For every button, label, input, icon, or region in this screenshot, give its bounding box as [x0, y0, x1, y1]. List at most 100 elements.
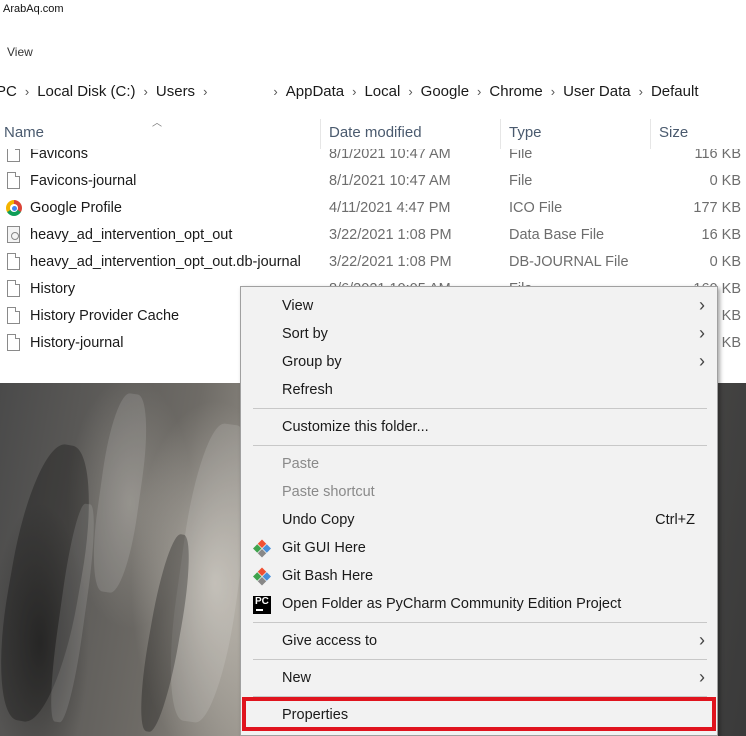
keyboard-shortcut: Ctrl+Z	[655, 512, 695, 528]
breadcrumb-local-disk[interactable]: Local Disk (C:)	[32, 83, 140, 100]
column-header-name[interactable]: Name	[4, 124, 44, 144]
file-icon	[7, 172, 20, 189]
file-row-heavy-ad[interactable]: heavy_ad_intervention_opt_out 3/22/2021 …	[0, 222, 746, 249]
file-row-favicons[interactable]: Favicons 8/1/2021 10:47 AM File 116 KB	[0, 149, 746, 168]
chevron-right-icon: ›	[699, 351, 705, 371]
file-date: 8/1/2021 10:47 AM	[329, 149, 451, 162]
menu-item-label: Give access to	[282, 633, 378, 649]
menu-item-label: Group by	[282, 354, 342, 370]
menu-item-label: Paste shortcut	[282, 484, 375, 500]
menu-item-label: Sort by	[282, 326, 328, 342]
column-divider[interactable]	[650, 119, 651, 149]
chevron-right-icon[interactable]: ›	[141, 84, 151, 99]
chevron-right-icon[interactable]: ›	[548, 84, 558, 99]
menu-separator	[253, 445, 707, 446]
file-icon	[7, 280, 20, 297]
menu-item-view[interactable]: View ›	[241, 294, 717, 320]
file-icon	[7, 334, 20, 351]
file-date: 8/1/2021 10:47 AM	[329, 173, 451, 189]
file-row-heavy-ad-journal[interactable]: heavy_ad_intervention_opt_out.db-journal…	[0, 249, 746, 276]
menu-item-label: Undo Copy	[282, 512, 355, 528]
menu-item-label: Paste	[282, 456, 320, 472]
watermark-text: ArabAq.com	[3, 3, 64, 15]
file-date: 4/11/2021 4:47 PM	[329, 200, 451, 216]
chevron-right-icon[interactable]: ›	[270, 84, 280, 99]
chevron-right-icon: ›	[699, 295, 705, 315]
chevron-right-icon[interactable]: ›	[636, 84, 646, 99]
menu-item-paste: Paste	[241, 452, 717, 478]
pycharm-icon: PC	[253, 596, 271, 614]
file-size: 116 KB	[694, 149, 742, 162]
breadcrumb-google[interactable]: Google	[416, 83, 474, 100]
column-divider[interactable]	[500, 119, 501, 149]
sort-ascending-icon: ︿	[152, 118, 162, 129]
menu-separator	[253, 622, 707, 623]
menu-item-sort-by[interactable]: Sort by ›	[241, 322, 717, 348]
menu-item-undo-copy[interactable]: Undo Copy Ctrl+Z	[241, 508, 717, 534]
file-name: Favicons	[30, 149, 89, 162]
breadcrumb-users[interactable]: Users	[151, 83, 200, 100]
menu-item-git-gui[interactable]: Git GUI Here	[241, 536, 717, 562]
menu-item-group-by[interactable]: Group by ›	[241, 350, 717, 376]
chevron-right-icon[interactable]: ›	[22, 84, 32, 99]
chevron-right-icon[interactable]: ›	[349, 84, 359, 99]
menu-item-customize-folder[interactable]: Customize this folder...	[241, 415, 717, 441]
properties-highlight-box	[242, 697, 716, 731]
column-header-date[interactable]: Date modified	[329, 124, 422, 144]
menu-item-give-access[interactable]: Give access to ›	[241, 629, 717, 655]
database-file-icon	[7, 226, 20, 243]
menu-item-refresh[interactable]: Refresh	[241, 378, 717, 404]
menu-item-label: Git GUI Here	[282, 540, 366, 556]
menu-separator	[253, 659, 707, 660]
file-size: 16 KB	[701, 227, 742, 243]
menu-item-label: Refresh	[282, 382, 333, 398]
file-icon	[7, 149, 20, 162]
menu-item-new[interactable]: New ›	[241, 666, 717, 692]
menu-item-open-pycharm[interactable]: PC Open Folder as PyCharm Community Edit…	[241, 592, 717, 618]
breadcrumb-default[interactable]: Default	[646, 83, 704, 100]
file-size: KB	[721, 335, 741, 351]
menu-item-label: Git Bash Here	[282, 568, 374, 584]
file-name: History Provider Cache	[30, 308, 180, 324]
breadcrumb-appdata[interactable]: AppData	[281, 83, 349, 100]
file-name: History-journal	[30, 335, 124, 351]
column-divider[interactable]	[320, 119, 321, 149]
file-type: File	[509, 173, 533, 189]
chevron-right-icon: ›	[699, 323, 705, 343]
file-type: DB-JOURNAL File	[509, 254, 629, 270]
breadcrumb-user-data[interactable]: User Data	[558, 83, 636, 100]
chrome-icon	[6, 200, 22, 216]
ribbon-tab-view[interactable]: View	[7, 45, 33, 59]
file-icon	[7, 307, 20, 324]
file-type: ICO File	[509, 200, 563, 216]
menu-item-label: Customize this folder...	[282, 419, 429, 435]
menu-item-label: View	[282, 298, 314, 314]
column-header-type[interactable]: Type	[509, 124, 542, 144]
menu-item-label: New	[282, 670, 312, 686]
file-name: heavy_ad_intervention_opt_out.db-journal	[30, 254, 301, 270]
file-size: 0 KB	[709, 254, 741, 270]
file-size: KB	[721, 308, 741, 324]
chevron-right-icon[interactable]: ›	[200, 84, 210, 99]
chevron-right-icon[interactable]: ›	[405, 84, 415, 99]
file-size: 177 KB	[693, 200, 741, 216]
file-type: Data Base File	[509, 227, 605, 243]
menu-item-git-bash[interactable]: Git Bash Here	[241, 564, 717, 590]
chevron-right-icon: ›	[699, 667, 705, 687]
breadcrumb-pc[interactable]: PC	[0, 83, 22, 100]
breadcrumb-chrome[interactable]: Chrome	[484, 83, 547, 100]
file-date: 3/22/2021 1:08 PM	[329, 227, 452, 243]
file-size: 0 KB	[709, 173, 741, 189]
chevron-right-icon[interactable]: ›	[474, 84, 484, 99]
file-name: Google Profile	[30, 200, 122, 216]
breadcrumb: PC › Local Disk (C:) › Users › › AppData…	[0, 78, 746, 104]
breadcrumb-local[interactable]: Local	[359, 83, 405, 100]
column-header-size[interactable]: Size	[659, 124, 688, 144]
menu-separator	[253, 408, 707, 409]
file-name: History	[30, 281, 76, 297]
file-row-google-profile[interactable]: Google Profile 4/11/2021 4:47 PM ICO Fil…	[0, 195, 746, 222]
file-row-favicons-journal[interactable]: Favicons-journal 8/1/2021 10:47 AM File …	[0, 168, 746, 195]
git-icon	[252, 539, 272, 558]
chevron-right-icon: ›	[699, 630, 705, 650]
file-name: Favicons-journal	[30, 173, 137, 189]
